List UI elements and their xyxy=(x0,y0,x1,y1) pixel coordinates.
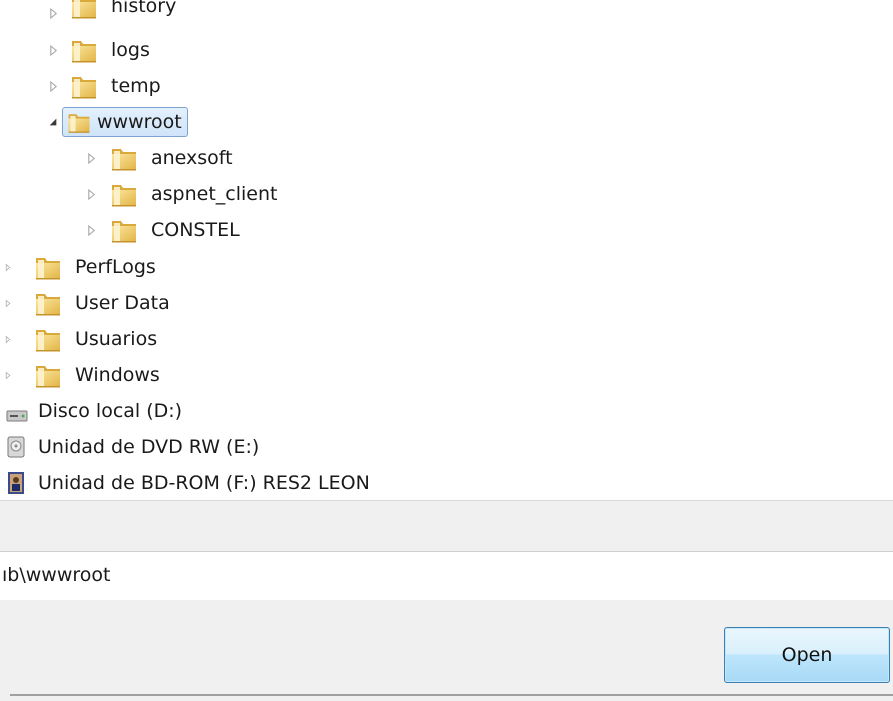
expand-arrow-icon[interactable] xyxy=(0,299,24,308)
tree-item-label: Unidad de BD-ROM (F:) RES2 LEON xyxy=(38,472,370,494)
tree-item-label: Usuarios xyxy=(75,328,158,350)
expand-arrow-icon[interactable] xyxy=(82,189,100,200)
tree-item-label: wwwroot xyxy=(97,111,182,133)
folder-icon xyxy=(32,324,64,354)
tree-item-logs[interactable]: logs xyxy=(44,32,155,68)
folder-icon xyxy=(108,179,140,209)
tree-item-label: Windows xyxy=(75,364,160,386)
tree-item-perflogs[interactable]: PerfLogs xyxy=(0,249,161,285)
bd-rom-drive-icon xyxy=(4,469,30,497)
expand-arrow-icon[interactable] xyxy=(44,8,62,19)
tree-item-label: User Data xyxy=(75,292,170,314)
expand-arrow-icon[interactable] xyxy=(0,335,24,344)
collapse-arrow-icon[interactable] xyxy=(44,117,62,127)
tree-item-history[interactable]: history xyxy=(44,0,181,26)
folder-icon xyxy=(65,109,93,135)
tree-item-aspnet-client[interactable]: aspnet_client xyxy=(82,176,282,212)
tree-item-label: aspnet_client xyxy=(151,183,278,205)
tree-item-usuarios[interactable]: Usuarios xyxy=(0,321,162,357)
tree-item-label: Disco local (D:) xyxy=(38,400,183,422)
expand-arrow-icon[interactable] xyxy=(44,45,62,56)
tree-item-drive-f[interactable]: Unidad de BD-ROM (F:) RES2 LEON xyxy=(0,465,375,500)
folder-icon xyxy=(68,35,100,65)
bottom-separator xyxy=(10,694,893,696)
tree-item-label: history xyxy=(111,0,177,17)
expand-arrow-icon[interactable] xyxy=(82,153,100,164)
expand-arrow-icon[interactable] xyxy=(44,81,62,92)
open-button[interactable]: Open xyxy=(724,627,890,683)
tree-item-drive-e[interactable]: Unidad de DVD RW (E:) xyxy=(0,429,264,465)
expand-arrow-icon[interactable] xyxy=(82,225,100,236)
folder-icon xyxy=(108,143,140,173)
folder-icon xyxy=(32,360,64,390)
folder-icon xyxy=(108,215,140,245)
folder-icon xyxy=(32,252,64,282)
tree-item-user-data[interactable]: User Data xyxy=(0,285,175,321)
expand-arrow-icon[interactable] xyxy=(0,371,24,380)
tree-item-windows[interactable]: Windows xyxy=(0,357,165,393)
tree-item-label: PerfLogs xyxy=(75,256,156,278)
folder-path-value: ıb\wwwroot xyxy=(2,564,111,586)
folder-icon xyxy=(68,0,100,21)
tree-item-label: temp xyxy=(111,75,161,97)
dvd-drive-icon xyxy=(4,433,30,461)
expand-arrow-icon[interactable] xyxy=(0,263,24,272)
dialog-divider-panel xyxy=(0,500,893,551)
tree-item-constel[interactable]: CONSTEL xyxy=(82,212,245,248)
tree-item-label: logs xyxy=(111,39,150,61)
tree-item-anexsoft[interactable]: anexsoft xyxy=(82,140,238,176)
folder-icon xyxy=(32,288,64,318)
tree-item-label: Unidad de DVD RW (E:) xyxy=(38,436,260,458)
folder-icon xyxy=(68,71,100,101)
selected-tree-item[interactable]: wwwroot xyxy=(62,107,188,137)
tree-item-label: CONSTEL xyxy=(151,219,240,241)
folder-path-field[interactable]: ıb\wwwroot xyxy=(0,551,893,601)
tree-item-label: anexsoft xyxy=(151,147,233,169)
folder-tree: history logs temp wwwroot anexsoft aspne… xyxy=(0,0,893,500)
tree-item-drive-d[interactable]: Disco local (D:) xyxy=(0,393,187,429)
hard-drive-icon xyxy=(4,397,30,425)
tree-item-wwwroot[interactable]: wwwroot xyxy=(44,104,188,140)
tree-item-temp[interactable]: temp xyxy=(44,68,166,104)
